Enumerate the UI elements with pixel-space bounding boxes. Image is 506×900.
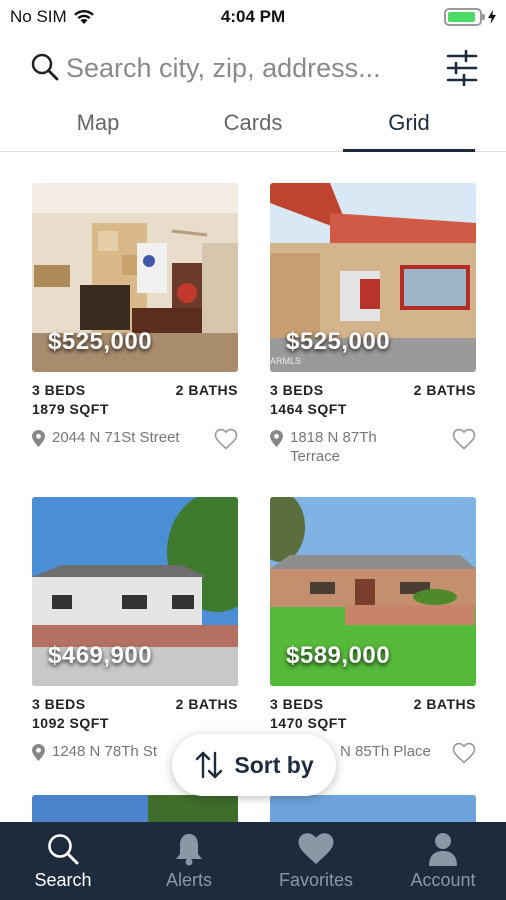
- listing-sqft: 1470 SQFT: [270, 715, 347, 731]
- listing-watermark: ARMLS: [270, 356, 302, 366]
- nav-account[interactable]: Account: [380, 822, 506, 900]
- listing-baths: 2 BATHS: [413, 696, 476, 712]
- listing-specs: 3 BEDS 2 BATHS 1879 SQFT: [32, 382, 238, 424]
- tab-map[interactable]: Map: [33, 110, 163, 136]
- tab-cards[interactable]: Cards: [188, 110, 318, 136]
- listing-baths: 2 BATHS: [175, 382, 238, 398]
- listing-beds: 3 BEDS: [270, 696, 324, 712]
- listing-beds: 3 BEDS: [270, 382, 324, 398]
- nav-alerts[interactable]: Alerts: [126, 822, 252, 900]
- nav-alerts-label: Alerts: [165, 870, 212, 890]
- listing-photo[interactable]: $589,000: [270, 497, 476, 686]
- favorite-heart-icon[interactable]: [452, 428, 476, 450]
- search-bar: [0, 44, 506, 92]
- listing-price: $525,000: [286, 328, 391, 355]
- listing-beds: 3 BEDS: [32, 382, 86, 398]
- listing-address: N 85Th Place: [340, 743, 431, 760]
- filter-sliders-icon[interactable]: [446, 50, 478, 86]
- charging-bolt-icon: [488, 10, 496, 24]
- battery-status: [444, 8, 496, 26]
- listing-photo[interactable]: $525,000: [32, 183, 238, 372]
- nav-search[interactable]: Search: [0, 822, 126, 900]
- clock: 4:04 PM: [220, 7, 286, 26]
- listing-price: $525,000: [48, 328, 153, 355]
- heart-icon: [298, 833, 334, 864]
- listing-price: $469,900: [48, 642, 153, 669]
- listing-card-partial[interactable]: [32, 795, 238, 822]
- listing-price: $589,000: [286, 642, 391, 669]
- listing-beds: 3 BEDS: [32, 696, 86, 712]
- status-bar: No SIM 4:04 PM: [0, 0, 506, 36]
- listing-address-row: 1818 N 87Th Terrace: [270, 426, 476, 466]
- bottom-nav: Search Alerts Favorites Account: [0, 822, 506, 900]
- nav-favorites[interactable]: Favorites: [253, 822, 379, 900]
- view-tabs: Map Cards Grid: [0, 100, 506, 152]
- listing-sqft: 1092 SQFT: [32, 715, 109, 731]
- search-icon: [31, 53, 59, 81]
- active-tab-indicator: [343, 149, 475, 152]
- listing-specs: 3 BEDS 2 BATHS 1464 SQFT: [270, 382, 476, 424]
- listing-photo[interactable]: $469,900: [32, 497, 238, 686]
- favorite-heart-icon[interactable]: [214, 428, 238, 450]
- favorite-heart-icon[interactable]: [452, 742, 476, 764]
- listing-specs: 3 BEDS 2 BATHS 1470 SQFT: [270, 696, 476, 738]
- listing-address: 2044 N 71St Street: [52, 429, 180, 446]
- tab-grid[interactable]: Grid: [344, 110, 474, 136]
- sort-by-button[interactable]: Sort by: [172, 734, 336, 796]
- sort-by-label: Sort by: [234, 751, 314, 778]
- listing-baths: 2 BATHS: [413, 382, 476, 398]
- listing-sqft: 1464 SQFT: [270, 401, 347, 417]
- bell-icon: [176, 834, 202, 866]
- location-pin-icon: [32, 430, 45, 447]
- search-icon: [48, 834, 79, 865]
- listing-card[interactable]: $525,000 ARMLS 3 BEDS 2 BATHS 1464 SQFT …: [270, 183, 476, 466]
- listing-card[interactable]: $525,000 3 BEDS 2 BATHS 1879 SQFT 2044 N…: [32, 183, 238, 466]
- location-pin-icon: [270, 430, 283, 447]
- location-pin-icon: [32, 744, 45, 761]
- nav-favorites-label: Favorites: [278, 870, 354, 890]
- person-icon: [429, 833, 457, 866]
- listing-address: 1818 N 87Th Terrace: [290, 429, 377, 465]
- battery-icon: [444, 8, 485, 26]
- sort-arrows-icon: [196, 751, 223, 779]
- listing-specs: 3 BEDS 2 BATHS 1092 SQFT: [32, 696, 238, 738]
- listing-address-row: 2044 N 71St Street: [32, 426, 238, 466]
- listing-baths: 2 BATHS: [175, 696, 238, 712]
- search-input[interactable]: [66, 48, 431, 88]
- nav-account-label: Account: [410, 870, 476, 890]
- nav-search-label: Search: [34, 870, 92, 890]
- listing-photo[interactable]: $525,000 ARMLS: [270, 183, 476, 372]
- listing-sqft: 1879 SQFT: [32, 401, 109, 417]
- listing-card-partial[interactable]: [270, 795, 476, 822]
